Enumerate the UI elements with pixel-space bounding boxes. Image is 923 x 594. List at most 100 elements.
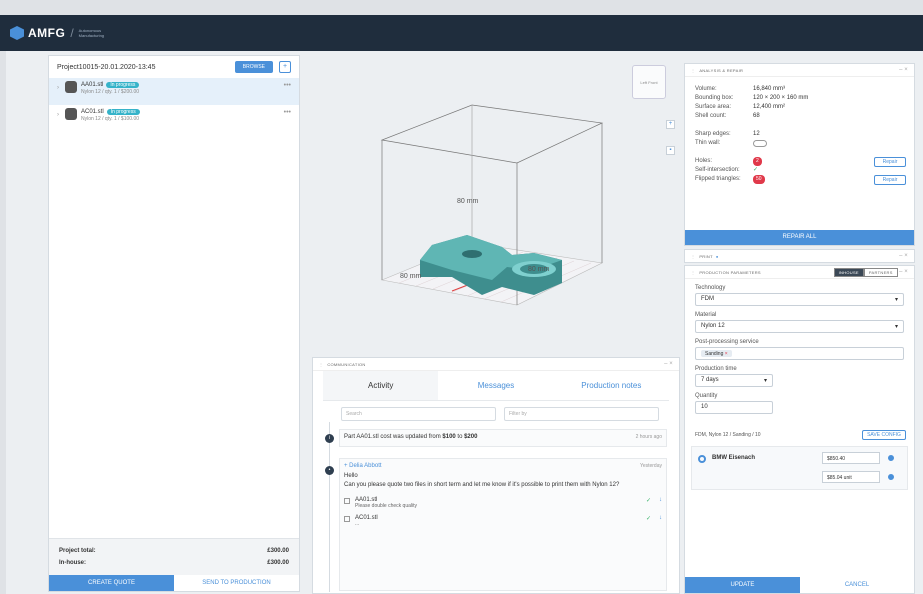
stat-label: Holes: <box>695 158 713 164</box>
stat-label: Flipped triangles: <box>695 176 741 182</box>
stat-label: Sharp edges: <box>695 131 731 137</box>
dimension-depth-label: 80 mm <box>528 266 550 273</box>
zoom-in-icon[interactable]: + <box>666 120 675 129</box>
view-cube[interactable]: Left Front <box>632 65 666 99</box>
cube-face-front[interactable]: Front <box>648 80 657 85</box>
total-label: Project total: <box>59 548 96 554</box>
dimension-height-label: 80 mm <box>457 198 479 205</box>
browse-button[interactable]: BROWSE <box>234 61 273 73</box>
project-actions: CREATE QUOTE SEND TO PRODUCTION <box>49 575 299 591</box>
activity-message: + Delia Abbott Yesterday Hello Can you p… <box>339 458 667 591</box>
total-label: In-house: <box>59 560 86 566</box>
tab-messages[interactable]: Messages <box>438 371 553 400</box>
add-file-button[interactable]: + <box>279 61 291 73</box>
post-processing-input[interactable]: Sanding × <box>695 347 904 360</box>
minimize-icon[interactable]: – <box>899 269 903 275</box>
vendor-radio[interactable] <box>698 455 706 463</box>
quantity-label: Quantity <box>695 393 718 399</box>
stat-label: Shell count: <box>695 113 727 119</box>
stat-row: Volume: 16,840 mm³ <box>685 85 914 94</box>
material-select[interactable]: Nylon 12 ▾ <box>695 320 904 333</box>
search-input[interactable]: Search <box>341 407 496 421</box>
download-icon[interactable]: ↓ <box>659 515 662 521</box>
stat-label: Surface area: <box>695 104 732 110</box>
repair-holes-button[interactable]: Repair <box>874 157 906 167</box>
partners-option[interactable]: PARTNERS <box>863 267 898 277</box>
new-price: $200 <box>464 434 478 440</box>
tab-production-notes[interactable]: Production notes <box>554 371 669 400</box>
repair-all-button[interactable]: REPAIR ALL <box>685 230 914 245</box>
chip-label: Sanding <box>705 351 724 357</box>
repair-flipped-button[interactable]: Repair <box>874 175 906 185</box>
production-time-select[interactable]: 7 days ▾ <box>695 374 773 387</box>
total-row: In-house: £300.00 <box>59 557 289 569</box>
send-to-production-button[interactable]: SEND TO PRODUCTION <box>174 575 299 591</box>
drag-handle-icon[interactable]: ⋮ <box>319 362 323 367</box>
remove-chip-icon[interactable]: × <box>725 351 728 357</box>
file-name: AA01.stl <box>81 82 104 88</box>
file-item[interactable]: › AA01.stl In progress Nylon 12 / qty. 1 … <box>49 78 299 105</box>
file-item[interactable]: › AC01.stl In progress Nylon 12 / qty. 1 … <box>49 105 299 132</box>
minimize-icon[interactable]: – <box>899 253 903 259</box>
config-summary-row: FDM, Nylon 12 / Sanding / 10 SAVE CONFIG <box>695 430 906 440</box>
panel-title: ANALYSIS & REPAIR <box>699 67 744 73</box>
save-config-button[interactable]: SAVE CONFIG <box>862 430 906 440</box>
model-viewer[interactable]: 80 mm 80 mm 80 mm Left Front + ▪ <box>302 55 682 355</box>
workspace: Project10015-20.01.2020-13:45 BROWSE + ›… <box>6 51 923 594</box>
info-dot-icon[interactable] <box>888 455 894 461</box>
panel-title: COMMUNICATION <box>327 361 366 367</box>
chevron-down-icon: ▾ <box>763 378 767 384</box>
minimize-icon[interactable]: – <box>664 361 668 367</box>
stat-label: Bounding box: <box>695 95 734 101</box>
close-icon[interactable]: × <box>904 253 908 259</box>
cube-face-left[interactable]: Left <box>640 80 647 85</box>
chevron-right-icon[interactable]: › <box>57 112 65 118</box>
close-icon[interactable]: × <box>669 361 673 367</box>
update-button[interactable]: UPDATE <box>685 577 800 593</box>
price-field[interactable]: $850.40 <box>822 452 880 464</box>
message-author[interactable]: + Delia Abbott <box>344 463 382 469</box>
unit-price-field[interactable]: $85.04 unit <box>822 471 880 483</box>
attachment-note: ... <box>355 521 360 527</box>
app-logo[interactable]: AMFG / Autonomous Manufacturing <box>10 26 119 40</box>
tab-activity[interactable]: Activity <box>323 371 439 400</box>
view-mode-icon[interactable]: ▪ <box>666 146 675 155</box>
minimize-icon[interactable]: – <box>899 67 903 73</box>
close-icon[interactable]: × <box>904 269 908 275</box>
vendor-card[interactable]: BMW Eisenach $850.40 $85.04 unit <box>691 446 908 490</box>
vendor-name: BMW Eisenach <box>712 455 756 461</box>
flipped-count-badge: 50 <box>753 175 765 184</box>
inhouse-option[interactable]: INHOUSE <box>833 267 864 277</box>
timeline-dot: • <box>325 466 334 475</box>
drag-handle-icon[interactable]: ⋮ <box>691 270 695 275</box>
config-summary: FDM, Nylon 12 / Sanding / 10 <box>695 432 761 438</box>
more-options-icon[interactable]: ••• <box>284 109 291 116</box>
create-quote-button[interactable]: CREATE QUOTE <box>49 575 174 591</box>
panel-title: PRINT <box>699 253 713 259</box>
download-icon[interactable]: ↓ <box>659 497 662 503</box>
filter-select[interactable]: Filter by <box>504 407 659 421</box>
info-dot-icon[interactable] <box>888 474 894 480</box>
cancel-button[interactable]: CANCEL <box>800 577 914 593</box>
info-icon[interactable]: ● <box>716 254 899 259</box>
quantity-input[interactable]: 10 <box>695 401 773 414</box>
viewer-canvas[interactable]: 80 mm 80 mm 80 mm <box>302 55 682 355</box>
technology-select[interactable]: FDM ▾ <box>695 293 904 306</box>
quantity-value: 10 <box>701 404 708 410</box>
drag-handle-icon[interactable]: ⋮ <box>691 254 695 259</box>
dimension-width-label: 80 mm <box>400 273 422 280</box>
approve-icon[interactable]: ✓ <box>646 515 651 522</box>
old-price: $100 <box>442 434 456 440</box>
approve-icon[interactable]: ✓ <box>646 497 651 504</box>
checkbox[interactable] <box>344 498 350 504</box>
more-options-icon[interactable]: ••• <box>284 82 291 89</box>
checkbox[interactable] <box>344 516 350 522</box>
chevron-right-icon[interactable]: › <box>57 85 65 91</box>
communication-panel: ⋮ COMMUNICATION – × Activity Messages Pr… <box>312 357 680 594</box>
project-panel: Project10015-20.01.2020-13:45 BROWSE + ›… <box>48 55 300 592</box>
project-totals: Project total: £300.00 In-house: £300.00 <box>49 538 299 575</box>
thin-wall-toggle[interactable] <box>753 140 767 147</box>
panel-header: ⋮ PRINT ● – × <box>685 250 914 262</box>
close-icon[interactable]: × <box>904 67 908 73</box>
drag-handle-icon[interactable]: ⋮ <box>691 68 695 73</box>
